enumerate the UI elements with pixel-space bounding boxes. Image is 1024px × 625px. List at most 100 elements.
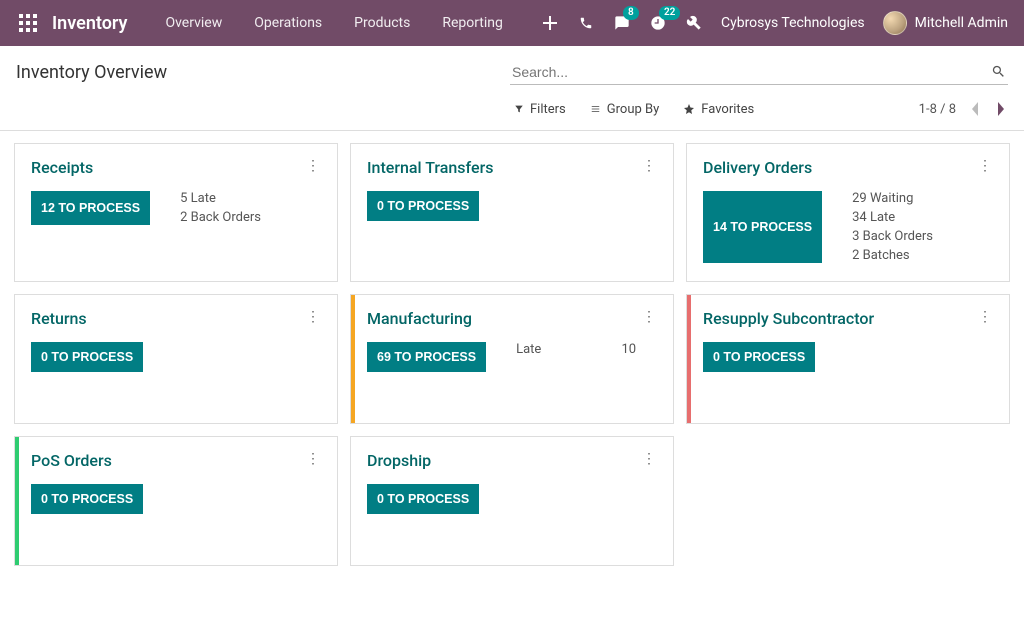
kebab-icon[interactable]: ⋮ [305, 309, 321, 325]
card-body: 0 TO PROCESS [31, 342, 321, 372]
kanban-card[interactable]: Manufacturing ⋮ 69 TO PROCESS Late 10 [350, 294, 674, 424]
card-header: Delivery Orders ⋮ [703, 158, 993, 177]
pager-next[interactable] [994, 100, 1008, 118]
chat-icon[interactable]: 8 [613, 14, 631, 32]
nav-actions: 8 22 Cybrosys Technologies Mitchell Admi… [541, 11, 1008, 35]
kanban-card[interactable]: Resupply Subcontractor ⋮ 0 TO PROCESS [686, 294, 1010, 424]
process-button[interactable]: 0 TO PROCESS [367, 484, 479, 514]
stat-label: Late [516, 342, 541, 357]
controls-left: Filters Group By Favorites [514, 102, 754, 117]
stat-row[interactable]: 29 Waiting [852, 191, 972, 206]
company-name[interactable]: Cybrosys Technologies [721, 15, 865, 31]
app-brand[interactable]: Inventory [52, 13, 127, 34]
kebab-icon[interactable]: ⋮ [305, 451, 321, 467]
nav-overview[interactable]: Overview [153, 15, 234, 31]
stat-label: 2 Batches [852, 248, 910, 263]
kebab-icon[interactable]: ⋮ [641, 309, 657, 325]
pager-text: 1-8 / 8 [919, 102, 956, 117]
process-button[interactable]: 12 TO PROCESS [31, 191, 150, 225]
kebab-icon[interactable]: ⋮ [305, 158, 321, 174]
card-title[interactable]: PoS Orders [31, 451, 112, 470]
pager-prev[interactable] [968, 100, 982, 118]
kanban-board: Receipts ⋮ 12 TO PROCESS 5 Late 2 Back Order… [0, 131, 1024, 578]
kebab-icon[interactable]: ⋮ [977, 309, 993, 325]
card-stats: Late 10 [516, 342, 636, 372]
stat-label: 5 Late [180, 191, 216, 206]
nav-products[interactable]: Products [342, 15, 422, 31]
stat-value: 10 [621, 342, 636, 357]
card-body: 14 TO PROCESS 29 Waiting 34 Late 3 Back Ord… [703, 191, 993, 263]
card-body: 12 TO PROCESS 5 Late 2 Back Orders [31, 191, 321, 225]
card-title[interactable]: Internal Transfers [367, 158, 493, 177]
card-title[interactable]: Resupply Subcontractor [703, 309, 874, 328]
card-body: 0 TO PROCESS [31, 484, 321, 514]
process-button[interactable]: 0 TO PROCESS [31, 342, 143, 372]
controls-row: Filters Group By Favorites 1-8 / 8 [0, 90, 1024, 130]
filters-button[interactable]: Filters [514, 102, 566, 117]
search-icon[interactable] [991, 64, 1006, 79]
card-stats: 29 Waiting 34 Late 3 Back Orders 2 Batches [852, 191, 972, 263]
user-name: Mitchell Admin [915, 15, 1008, 31]
groupby-button[interactable]: Group By [590, 102, 660, 117]
nav-reporting[interactable]: Reporting [430, 15, 515, 31]
card-title[interactable]: Dropship [367, 451, 431, 470]
process-button[interactable]: 0 TO PROCESS [31, 484, 143, 514]
card-body: 0 TO PROCESS [367, 191, 657, 221]
favorites-label: Favorites [701, 102, 754, 117]
card-accent [15, 437, 19, 565]
card-title[interactable]: Returns [31, 309, 87, 328]
groupby-label: Group By [607, 102, 660, 117]
card-body: 0 TO PROCESS [703, 342, 993, 372]
stat-label: 29 Waiting [852, 191, 913, 206]
nav-operations[interactable]: Operations [242, 15, 334, 31]
plus-icon[interactable] [541, 14, 559, 32]
favorites-button[interactable]: Favorites [683, 102, 754, 117]
kanban-card[interactable]: Internal Transfers ⋮ 0 TO PROCESS [350, 143, 674, 282]
stat-row[interactable]: 3 Back Orders [852, 229, 972, 244]
kanban-card[interactable]: Dropship ⋮ 0 TO PROCESS [350, 436, 674, 566]
stat-row[interactable]: Late 10 [516, 342, 636, 357]
card-title[interactable]: Manufacturing [367, 309, 472, 328]
list-icon [590, 104, 601, 114]
stat-row[interactable]: 2 Batches [852, 248, 972, 263]
kebab-icon[interactable]: ⋮ [641, 451, 657, 467]
card-accent [351, 295, 355, 423]
card-accent [687, 295, 691, 423]
card-header: Manufacturing ⋮ [367, 309, 657, 328]
chat-badge: 8 [623, 6, 639, 20]
kanban-card[interactable]: Receipts ⋮ 12 TO PROCESS 5 Late 2 Back Order… [14, 143, 338, 282]
card-header: PoS Orders ⋮ [31, 451, 321, 470]
filters-label: Filters [530, 102, 566, 117]
kanban-card[interactable]: Returns ⋮ 0 TO PROCESS [14, 294, 338, 424]
process-button[interactable]: 69 TO PROCESS [367, 342, 486, 372]
wrench-icon[interactable] [685, 14, 703, 32]
page-title: Inventory Overview [16, 62, 167, 83]
card-header: Receipts ⋮ [31, 158, 321, 177]
kebab-icon[interactable]: ⋮ [977, 158, 993, 174]
kanban-card[interactable]: PoS Orders ⋮ 0 TO PROCESS [14, 436, 338, 566]
card-title[interactable]: Delivery Orders [703, 158, 812, 177]
phone-icon[interactable] [577, 14, 595, 32]
process-button[interactable]: 0 TO PROCESS [367, 191, 479, 221]
card-body: 69 TO PROCESS Late 10 [367, 342, 657, 372]
card-title[interactable]: Receipts [31, 158, 93, 177]
stat-row[interactable]: 5 Late [180, 191, 300, 206]
card-header: Returns ⋮ [31, 309, 321, 328]
card-stats: 5 Late 2 Back Orders [180, 191, 300, 225]
search-bar[interactable] [510, 60, 1008, 85]
search-input[interactable] [512, 64, 991, 80]
stat-row[interactable]: 2 Back Orders [180, 210, 300, 225]
stat-label: 2 Back Orders [180, 210, 261, 225]
star-icon [683, 103, 695, 115]
stat-row[interactable]: 34 Late [852, 210, 972, 225]
card-header: Resupply Subcontractor ⋮ [703, 309, 993, 328]
process-button[interactable]: 0 TO PROCESS [703, 342, 815, 372]
kanban-card[interactable]: Delivery Orders ⋮ 14 TO PROCESS 29 Waiting 3… [686, 143, 1010, 282]
apps-icon[interactable] [16, 11, 40, 35]
activity-badge: 22 [659, 6, 680, 20]
kebab-icon[interactable]: ⋮ [641, 158, 657, 174]
process-button[interactable]: 14 TO PROCESS [703, 191, 822, 263]
user-menu[interactable]: Mitchell Admin [883, 11, 1008, 35]
activity-icon[interactable]: 22 [649, 14, 667, 32]
card-body: 0 TO PROCESS [367, 484, 657, 514]
